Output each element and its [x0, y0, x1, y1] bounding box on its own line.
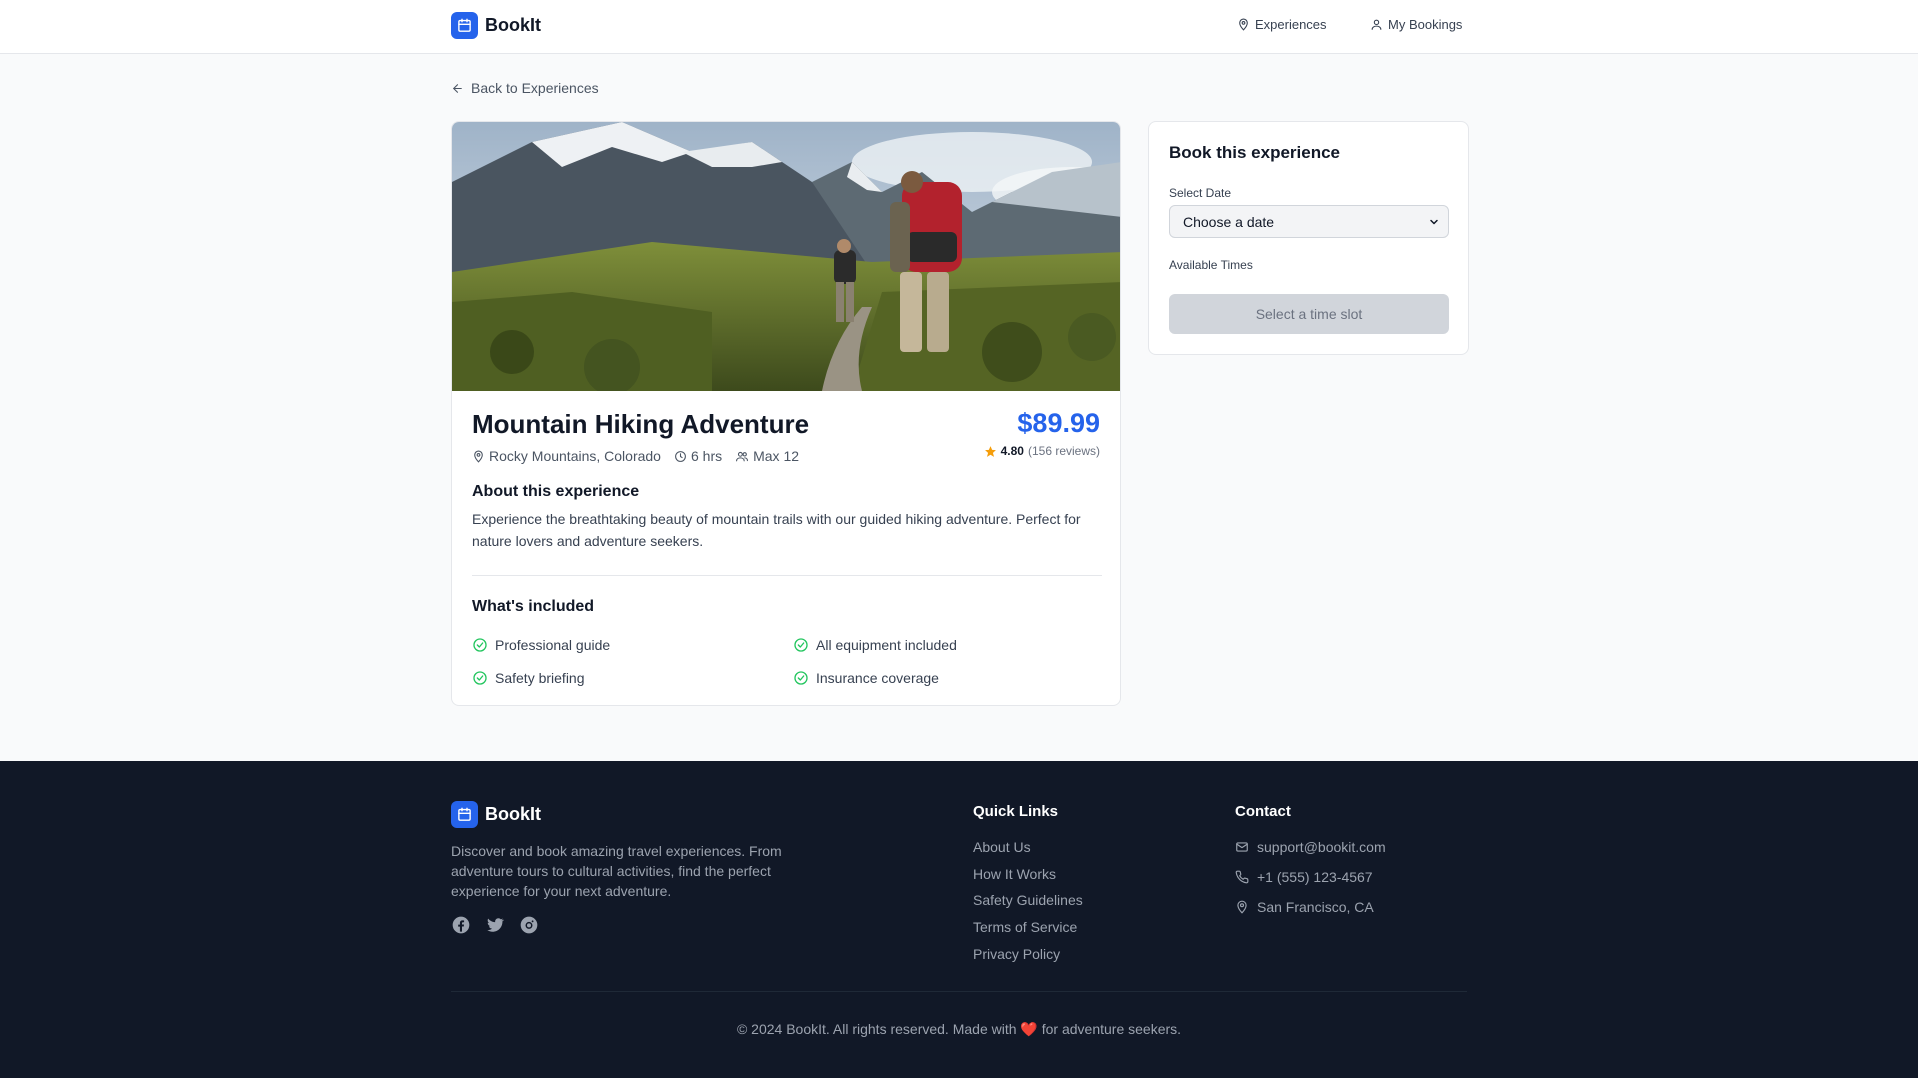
rating: 4.80 (156 reviews)	[984, 444, 1100, 458]
about-text: Experience the breathtaking beauty of mo…	[472, 511, 1081, 549]
location-meta: Rocky Mountains, Colorado	[472, 448, 661, 464]
footer-brand-logo[interactable]: BookIt	[451, 801, 541, 828]
heart-icon: ❤️	[1020, 1021, 1038, 1037]
check-circle-icon	[473, 671, 487, 685]
included-item: Professional guide	[472, 637, 610, 653]
quick-links-heading: Quick Links	[973, 803, 1059, 820]
phone-icon	[1235, 870, 1249, 884]
section-divider	[472, 575, 1102, 576]
check-circle-icon	[794, 671, 808, 685]
rating-value: 4.80	[1000, 444, 1024, 458]
footer-link-how-it-works[interactable]: How It Works	[973, 866, 1056, 882]
included-item-label: Insurance coverage	[816, 670, 939, 686]
capacity-meta: Max 12	[735, 448, 799, 464]
copyright-suffix: for adventure seekers.	[1041, 1021, 1182, 1037]
select-date-label: Select Date	[1169, 186, 1232, 200]
nav-my-bookings-label: My Bookings	[1388, 17, 1463, 32]
nav-my-bookings[interactable]: My Bookings	[1370, 17, 1462, 32]
copyright: © 2024 BookIt. All rights reserved. Made…	[0, 1021, 1918, 1038]
site-footer: BookIt Discover and book amazing travel …	[0, 761, 1918, 1078]
booking-card: Book this experience Select Date Choose …	[1148, 121, 1469, 355]
date-select-value: Choose a date	[1183, 213, 1275, 230]
included-heading: What's included	[472, 598, 595, 615]
map-pin-icon	[1237, 900, 1247, 914]
included-item-label: Professional guide	[495, 637, 611, 653]
mail-icon	[1236, 842, 1248, 852]
brand-name: BookIt	[485, 15, 541, 35]
contact-phone[interactable]: +1 (555) 123-4567	[1235, 869, 1373, 885]
included-item: Safety briefing	[472, 670, 585, 686]
nav-experiences-label: Experiences	[1255, 17, 1327, 32]
included-item-label: Safety briefing	[495, 670, 585, 686]
duration-text: 6 hrs	[690, 448, 723, 464]
footer-description: Discover and book amazing travel experie…	[451, 843, 782, 899]
included-item: All equipment included	[793, 637, 957, 653]
experience-price: $89.99	[1017, 408, 1100, 438]
booking-heading: Book this experience	[1169, 143, 1341, 162]
users-icon	[736, 451, 749, 461]
date-select[interactable]: Choose a date	[1169, 205, 1449, 238]
included-item-label: All equipment included	[816, 637, 957, 653]
instagram-icon[interactable]	[519, 915, 539, 935]
facebook-icon[interactable]	[451, 915, 471, 935]
footer-link-terms-of-service[interactable]: Terms of Service	[973, 919, 1077, 935]
clock-icon	[675, 450, 686, 462]
contact-address-text: San Francisco, CA	[1257, 899, 1374, 915]
twitter-icon[interactable]	[485, 915, 505, 935]
location-text: Rocky Mountains, Colorado	[489, 448, 661, 464]
star-icon	[984, 445, 996, 457]
about-heading: About this experience	[472, 483, 640, 500]
duration-meta: 6 hrs	[674, 448, 722, 464]
top-header: BookIt Experiences My Bookings	[0, 0, 1918, 54]
contact-heading: Contact	[1235, 803, 1291, 820]
experience-meta: Rocky Mountains, Colorado 6 hrs Max 12	[472, 448, 812, 464]
select-time-slot-button[interactable]: Select a time slot	[1169, 294, 1449, 334]
arrow-left-icon	[453, 83, 462, 93]
map-pin-icon	[474, 450, 483, 462]
capacity-text: Max 12	[753, 448, 800, 464]
experience-card: Mountain Hiking Adventure $89.99 Rocky M…	[451, 121, 1121, 706]
contact-address: San Francisco, CA	[1235, 899, 1374, 915]
calendar-icon	[451, 12, 478, 39]
chevron-down-icon	[1430, 219, 1438, 224]
contact-email-text: support@bookit.com	[1257, 839, 1386, 855]
contact-phone-text: +1 (555) 123-4567	[1257, 869, 1373, 885]
experience-title: Mountain Hiking Adventure	[472, 409, 810, 439]
back-to-experiences-link[interactable]: Back to Experiences	[451, 80, 599, 96]
social-links	[451, 915, 539, 935]
included-item: Insurance coverage	[793, 670, 939, 686]
footer-link-safety-guidelines[interactable]: Safety Guidelines	[973, 892, 1083, 908]
footer-brand-name: BookIt	[485, 804, 541, 824]
copyright-prefix: © 2024 BookIt. All rights reserved. Made…	[736, 1021, 1017, 1037]
check-circle-icon	[794, 638, 808, 652]
check-circle-icon	[473, 638, 487, 652]
calendar-icon	[451, 801, 478, 828]
footer-link-privacy-policy[interactable]: Privacy Policy	[973, 946, 1060, 962]
footer-link-about-us[interactable]: About Us	[973, 839, 1031, 855]
contact-email[interactable]: support@bookit.com	[1235, 839, 1386, 855]
brand-logo[interactable]: BookIt	[451, 12, 541, 39]
back-link-label: Back to Experiences	[471, 80, 599, 96]
available-times-label: Available Times	[1169, 258, 1253, 272]
user-icon	[1371, 19, 1382, 30]
nav-experiences[interactable]: Experiences	[1237, 17, 1327, 32]
experience-hero-image	[452, 122, 1120, 391]
footer-divider	[451, 991, 1467, 992]
map-pin-icon	[1239, 18, 1248, 31]
review-count: (156 reviews)	[1027, 444, 1100, 458]
